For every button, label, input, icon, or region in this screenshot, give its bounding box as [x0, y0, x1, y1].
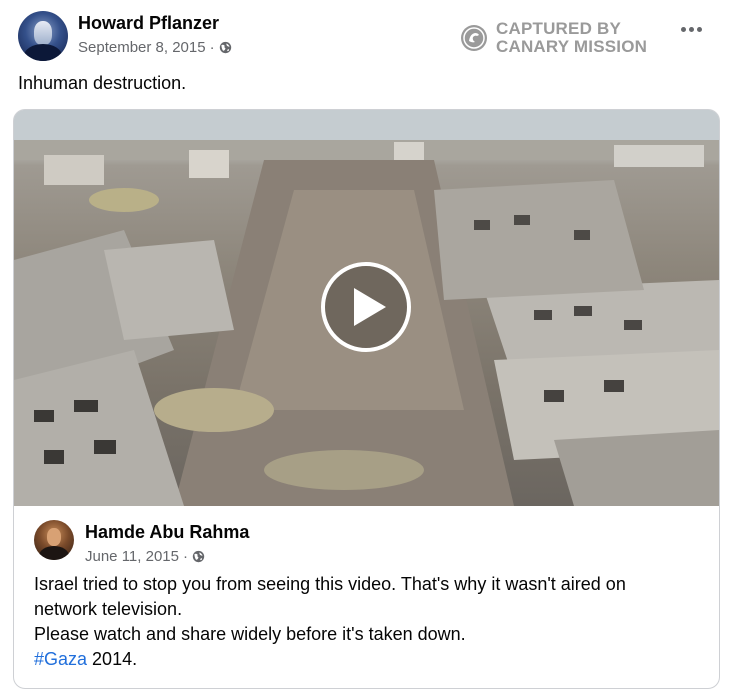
shared-author-name[interactable]: Hamde Abu Rahma [85, 522, 249, 543]
shared-video-card[interactable]: Hamde Abu Rahma June 11, 2015 · Israel t… [13, 109, 720, 689]
more-options-icon[interactable] [681, 27, 702, 32]
shared-post-meta: June 11, 2015 · [85, 548, 205, 565]
shared-text-line: Israel tried to stop you from seeing thi… [34, 574, 626, 594]
more-dot [689, 27, 694, 32]
avatar-face [47, 528, 61, 546]
facebook-post: Howard Pflanzer September 8, 2015 · CAPT… [0, 0, 731, 694]
watermark-text: CAPTURED BY CANARY MISSION [496, 20, 647, 56]
play-icon [354, 288, 386, 326]
more-dot [681, 27, 686, 32]
shared-author-avatar[interactable] [34, 520, 74, 560]
post-date[interactable]: September 8, 2015 [78, 39, 206, 56]
shared-text-line: Please watch and share widely before it'… [34, 624, 466, 644]
watermark-line-2: CANARY MISSION [496, 37, 648, 56]
shared-post-text: Israel tried to stop you from seeing thi… [34, 572, 704, 672]
captured-by-watermark: CAPTURED BY CANARY MISSION [460, 20, 647, 56]
avatar-body [39, 546, 69, 560]
globe-icon[interactable] [219, 41, 232, 54]
avatar-shoulders [24, 44, 62, 61]
hashtag-suffix: 2014. [87, 649, 138, 669]
author-name[interactable]: Howard Pflanzer [78, 13, 219, 34]
video-thumbnail[interactable] [14, 110, 719, 506]
shared-text-line: network television. [34, 599, 183, 619]
avatar-face [34, 21, 52, 45]
meta-separator: · [209, 39, 215, 56]
meta-separator: · [182, 548, 188, 565]
author-avatar[interactable] [18, 11, 68, 61]
globe-icon[interactable] [192, 550, 205, 563]
more-dot [697, 27, 702, 32]
post-meta: September 8, 2015 · [78, 39, 232, 56]
hashtag-link[interactable]: #Gaza [34, 649, 87, 669]
post-text: Inhuman destruction. [18, 73, 187, 93]
shared-text-line-hashtag: #Gaza 2014. [34, 647, 704, 672]
watermark-line-1: CAPTURED BY [496, 19, 621, 38]
canary-mission-logo-icon [461, 25, 487, 51]
shared-post-date[interactable]: June 11, 2015 [85, 548, 179, 565]
play-button[interactable] [321, 262, 411, 352]
